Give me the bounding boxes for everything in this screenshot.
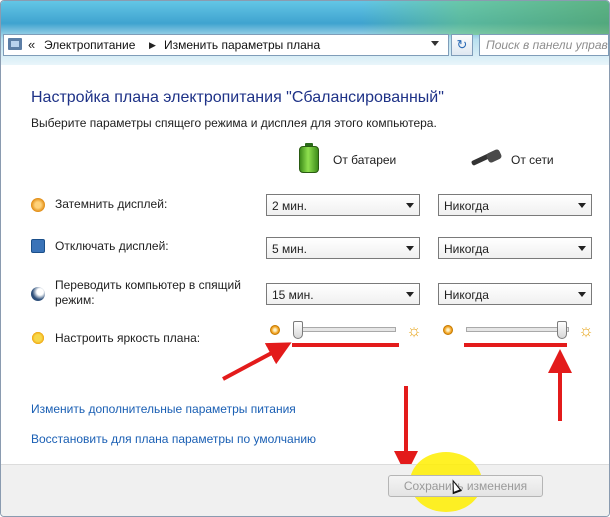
- breadcrumb-overflow[interactable]: «: [28, 37, 35, 52]
- brightness-icon: [31, 331, 45, 345]
- chevron-down-icon: [578, 203, 586, 208]
- turn-off-display-battery-select[interactable]: 5 мин.: [266, 237, 420, 259]
- brightness-high-icon: ☼: [578, 321, 594, 340]
- power-plug-icon: [470, 148, 503, 167]
- dim-display-battery-select[interactable]: 2 мин.: [266, 194, 420, 216]
- control-panel-window: « Электропитание ▶ Изменить параметры пл…: [0, 0, 610, 517]
- brightness-low-icon: [443, 325, 453, 335]
- row-label-sleep: Переводить компьютер в спящий режим:: [55, 278, 241, 308]
- advanced-settings-link[interactable]: Изменить дополнительные параметры питани…: [31, 402, 296, 416]
- page-subtitle: Выберите параметры спящего режима и дисп…: [31, 116, 437, 130]
- row-label-dim-display: Затемнить дисплей:: [55, 197, 168, 211]
- row-label-brightness: Настроить яркость плана:: [55, 331, 201, 345]
- sleep-battery-select[interactable]: 15 мин.: [266, 283, 420, 305]
- chevron-down-icon: [578, 246, 586, 251]
- column-header-battery: От батареи: [333, 153, 397, 167]
- brightness-battery-slider-track[interactable]: [293, 327, 396, 332]
- column-header-ac: От сети: [511, 153, 554, 167]
- refresh-button[interactable]: ↻: [451, 34, 473, 56]
- background-decoration: [361, 1, 609, 35]
- chevron-down-icon: [578, 292, 586, 297]
- dim-display-icon: [31, 198, 45, 212]
- breadcrumb-power-options[interactable]: Электропитание: [44, 38, 135, 52]
- select-value: Никогда: [444, 199, 489, 213]
- chevron-down-icon: [406, 203, 414, 208]
- control-panel-icon: [8, 38, 22, 50]
- brightness-high-icon: ☼: [406, 321, 422, 340]
- sleep-ac-select[interactable]: Никогда: [438, 283, 592, 305]
- breadcrumb-separator: ▶: [149, 40, 156, 50]
- page-title: Настройка плана электропитания "Сбаланси…: [31, 89, 444, 106]
- annotation-underline: [292, 343, 399, 347]
- search-input[interactable]: Поиск в панели управ: [479, 34, 609, 56]
- select-value: Никогда: [444, 288, 489, 302]
- annotation-underline: [464, 343, 567, 347]
- address-dropdown-icon[interactable]: [431, 41, 439, 46]
- chevron-down-icon: [406, 246, 414, 251]
- row-label-sleep-line2: режим:: [55, 293, 95, 307]
- row-label-sleep-line1: Переводить компьютер в спящий: [55, 278, 241, 292]
- select-value: 15 мин.: [272, 288, 314, 302]
- battery-icon: [299, 143, 319, 173]
- address-bar[interactable]: « Электропитание ▶ Изменить параметры пл…: [3, 34, 449, 56]
- restore-defaults-link[interactable]: Восстановить для плана параметры по умол…: [31, 432, 316, 446]
- brightness-ac-slider-thumb[interactable]: [557, 321, 567, 339]
- breadcrumb-edit-plan[interactable]: Изменить параметры плана: [164, 38, 320, 52]
- save-changes-button[interactable]: Сохранить изменения: [388, 475, 543, 497]
- chevron-down-icon: [406, 292, 414, 297]
- sleep-icon: [31, 287, 45, 301]
- select-value: Никогда: [444, 242, 489, 256]
- brightness-low-icon: [270, 325, 280, 335]
- arrow-to-battery-slider: [222, 342, 292, 381]
- monitor-icon: [31, 239, 45, 253]
- row-label-turn-off-display: Отключать дисплей:: [55, 239, 169, 253]
- brightness-ac-slider-track[interactable]: [466, 327, 569, 332]
- turn-off-display-ac-select[interactable]: Никогда: [438, 237, 592, 259]
- dim-display-ac-select[interactable]: Никогда: [438, 194, 592, 216]
- select-value: 2 мин.: [272, 199, 307, 213]
- brightness-battery-slider-thumb[interactable]: [293, 321, 303, 339]
- select-value: 5 мин.: [272, 242, 307, 256]
